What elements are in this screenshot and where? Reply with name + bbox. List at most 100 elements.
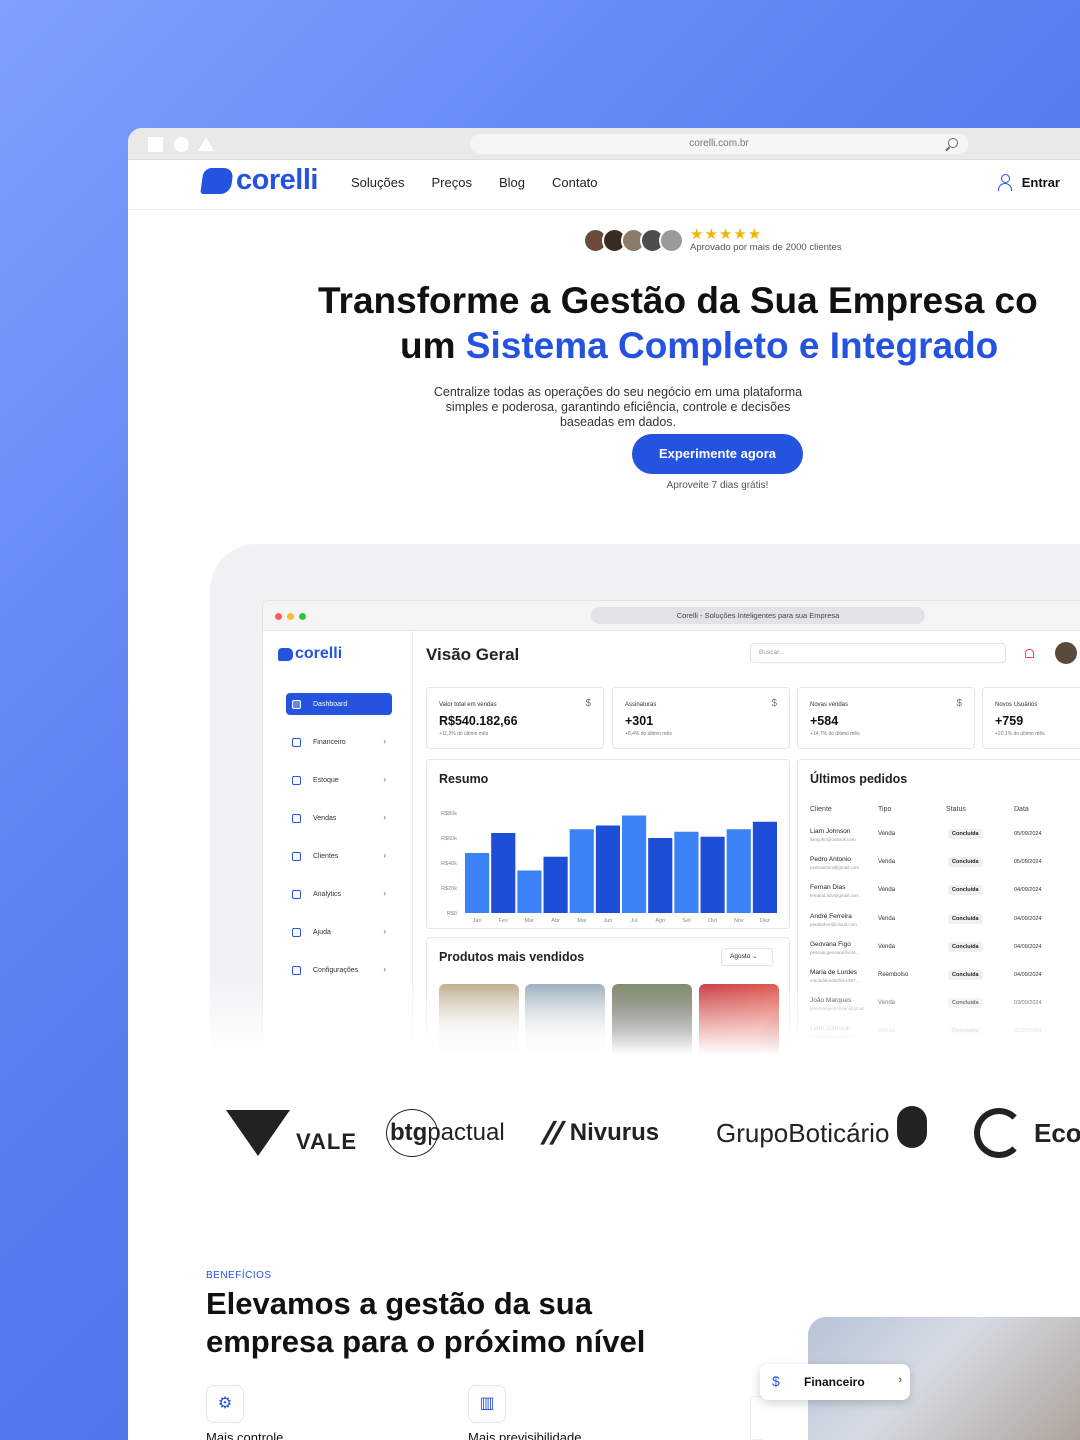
bar-out[interactable] <box>700 836 725 913</box>
chevron-right-icon: › <box>898 1374 902 1386</box>
x-tick-label: Ago <box>655 918 665 924</box>
sidebar-item-label: Analytics <box>313 890 342 898</box>
chevron-right-icon: › <box>383 851 386 860</box>
mini-card <box>750 1396 762 1440</box>
sidebar-item-vendas[interactable]: Vendas › <box>286 807 392 829</box>
pactual-logo-text: pactual <box>427 1119 505 1146</box>
table-row[interactable]: Pedro Antonio pedroantoni@gmail.com Venda C… <box>798 850 1080 878</box>
month-select[interactable]: Agosto ⌄ <box>721 948 773 966</box>
social-proof: ★★★★★ Aprovado por mais de 2000 clientes <box>583 227 842 253</box>
logo-mark-icon <box>278 647 293 661</box>
customer-name: Liam Johnson <box>810 828 851 835</box>
sidebar-item-financeiro[interactable]: Financeiro › <box>286 731 392 753</box>
products-title: Produtos mais vendidos <box>439 950 585 964</box>
x-tick-label: Jul <box>631 918 638 924</box>
order-date: 05/09/2024 <box>1014 859 1042 866</box>
menu-item-solucoes[interactable]: Soluções <box>351 175 404 190</box>
financeiro-card[interactable]: $ Financeiro › <box>760 1364 910 1400</box>
menu-item-blog[interactable]: Blog <box>499 175 525 190</box>
browser-window: corelli.com.br corelli Soluções Preços B… <box>128 128 1080 1440</box>
login-button[interactable]: Entrar <box>997 174 1060 191</box>
kpi-card: Novas vendas $ +584 +14,7% do último mês <box>797 687 975 749</box>
search-input[interactable]: Buscar... <box>750 643 1006 663</box>
chevron-right-icon: › <box>383 737 386 746</box>
sidebar-item-estoque[interactable]: Estoque › <box>286 769 392 791</box>
table-row[interactable]: Geovana Figo pessoal.geovana.livros... Ven… <box>798 935 1080 963</box>
table-row[interactable]: Fernan Dias fernand.adv@gmail.com Venda Con… <box>798 878 1080 906</box>
dollar-icon <box>292 737 301 747</box>
status-badge: Concluída <box>948 829 983 839</box>
x-tick-label: Fev <box>499 918 508 924</box>
chevron-right-icon: › <box>383 927 386 936</box>
bar-abr[interactable] <box>543 856 568 913</box>
menu-item-precos[interactable]: Preços <box>431 175 471 190</box>
bar-jan[interactable] <box>465 853 490 913</box>
sidebar-item-clientes[interactable]: Clientes › <box>286 845 392 867</box>
order-type: Venda <box>878 915 896 922</box>
dashboard-titlebar: Corelli - Soluções Inteligentes para sua… <box>263 601 1080 631</box>
status-badge: Concluída <box>948 913 983 924</box>
btg-pactual-logo: btg pactual <box>386 1088 505 1178</box>
site-logo[interactable]: corelli <box>200 164 318 197</box>
kpi-label: Assinaturas <box>625 702 657 708</box>
sidebar-item-label: Dashboard <box>313 700 348 708</box>
chevron-right-icon: › <box>383 775 386 784</box>
table-row[interactable]: Liam Johnson liamjohn@outlook.com Venda Con… <box>798 822 1080 850</box>
sidebar-item-ajuda[interactable]: Ajuda › <box>286 921 392 943</box>
customer-name: André Ferreira <box>810 912 852 920</box>
bar-mai[interactable] <box>569 829 594 913</box>
customer-email: liamjohn@outlook.com <box>810 837 856 842</box>
close-dot-icon <box>275 613 282 620</box>
eco-logo: Eco <box>974 1088 1080 1178</box>
sidebar-item-dashboard[interactable]: Dashboard <box>286 693 392 715</box>
address-bar[interactable]: corelli.com.br <box>470 134 968 154</box>
circle-icon <box>174 137 189 152</box>
bar-jun[interactable] <box>595 825 620 914</box>
boticario-mark-icon <box>897 1106 928 1148</box>
kpi-label: Valor total em vendas <box>439 702 497 708</box>
customer-name: Fernan Dias <box>810 884 846 892</box>
summary-chart-card: Resumo R$0 R$20k R$40k R$60k R$80k Jan Fev Mar A… <box>426 759 790 929</box>
x-tick-label: Mar <box>525 918 535 924</box>
bar-fev[interactable] <box>491 833 516 913</box>
kpi-change: +14,7% do último mês <box>810 731 860 737</box>
vale-logo: VALE <box>226 1088 357 1178</box>
table-row[interactable]: André Ferreira pandreferr@icloud.com Venda… <box>798 907 1080 935</box>
approval-text: Aprovado por mais de 2000 clientes <box>690 242 842 253</box>
menu-item-contato[interactable]: Contato <box>552 175 598 190</box>
y-tick-label: R$40k <box>441 861 457 867</box>
order-type: Venda <box>878 831 896 837</box>
sidebar-item-analytics[interactable]: Analytics › <box>286 883 392 905</box>
order-type: Venda <box>878 943 896 950</box>
column-header: Tipo <box>878 806 892 813</box>
nivurus-logo-text: Nivurus <box>569 1119 660 1146</box>
bar-jul[interactable] <box>622 815 647 914</box>
hero-title: Transforme a Gestão da Sua Empresa co um… <box>318 278 1080 368</box>
search-icon[interactable] <box>948 138 958 148</box>
login-label: Entrar <box>1021 174 1060 190</box>
y-tick-label: R$60k <box>441 836 457 842</box>
dashboard-preview: Corelli - Soluções Inteligentes para sua… <box>210 544 1080 1064</box>
grupo-boticario-logo: GrupoBoticário <box>716 1088 928 1178</box>
bar-nov[interactable] <box>726 829 751 913</box>
feature-label: Mais controle <box>206 1430 284 1440</box>
chevron-down-icon: ⌄ <box>752 953 758 960</box>
avatar[interactable] <box>1055 642 1077 664</box>
chevron-right-icon: › <box>383 965 386 974</box>
x-tick-label: Abr <box>551 918 560 924</box>
page-title: Visão Geral <box>426 645 520 664</box>
help-icon <box>292 927 301 937</box>
order-date: 04/09/2024 <box>1014 915 1042 922</box>
home-icon <box>292 699 301 709</box>
bell-icon[interactable] <box>1025 649 1034 658</box>
kpi-change: +11,2% do último mês <box>439 731 489 737</box>
eco-mark-icon <box>974 1108 1024 1158</box>
kpi-value: R$540.182,66 <box>439 714 518 728</box>
bar-mar[interactable] <box>517 870 542 914</box>
bar-ago[interactable] <box>648 838 673 913</box>
try-now-button[interactable]: Experimente agora <box>632 434 803 474</box>
bar-set[interactable] <box>674 831 699 913</box>
hero-subtitle: Centralize todas as operações do seu neg… <box>433 385 803 429</box>
bar-dez[interactable] <box>752 821 777 913</box>
sidebar-item-label: Estoque <box>313 776 339 784</box>
